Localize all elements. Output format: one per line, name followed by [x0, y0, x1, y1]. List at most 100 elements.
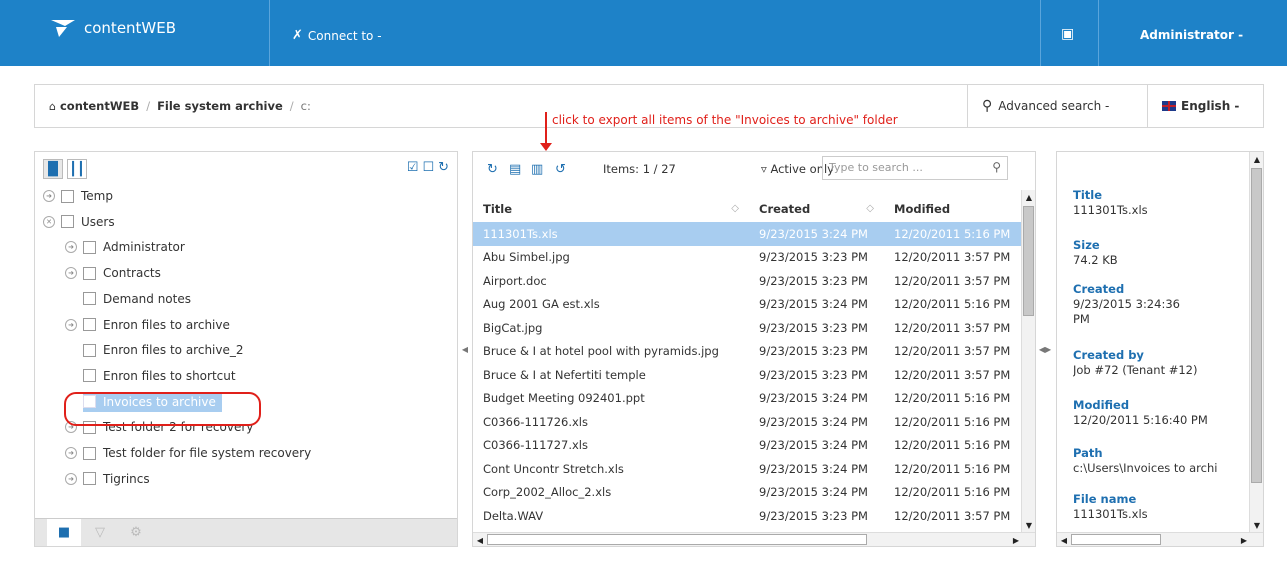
scroll-right-icon[interactable]: ▶ [1009, 533, 1023, 546]
property-value: Job #72 (Tenant #12) [1073, 363, 1198, 377]
table-row[interactable]: C0366-111726.xls 9/23/2015 3:24 PM 12/20/2… [473, 410, 1021, 434]
home-icon[interactable]: ⌂ [49, 100, 56, 113]
table-row[interactable]: Budget Meeting 092401.ppt 9/23/2015 3:24 … [473, 387, 1021, 411]
list-horizontal-scrollbar[interactable]: ◀ ▶ [473, 532, 1035, 546]
tree-checkbox[interactable] [83, 369, 96, 383]
table-row[interactable]: Bruce & I at Nefertiti temple 9/23/2015 3… [473, 363, 1021, 387]
table-row[interactable]: Aug 2001 GA est.xls 9/23/2015 3:24 PM 12/2… [473, 293, 1021, 317]
layout-split-icon[interactable]: ▐▌ [43, 159, 63, 179]
table-row[interactable]: Cont Uncontr Stretch.xls 9/23/2015 3:24 P… [473, 457, 1021, 481]
tree-node-label: Enron files to archive_2 [103, 343, 244, 358]
tree-node-label: Demand notes [103, 291, 191, 306]
tree-node-label: Enron files to shortcut [103, 368, 236, 383]
tree-checkbox[interactable] [83, 318, 96, 331]
expand-icon[interactable]: ➜ [65, 267, 77, 280]
export-all-icon[interactable]: ▥ [531, 162, 543, 177]
column-header-modified[interactable]: Modified [884, 196, 1021, 222]
table-row[interactable]: 111301Ts.xls 9/23/2015 3:24 PM 12/20/2011 … [473, 222, 1021, 246]
cell-title: Airport.doc [483, 273, 547, 288]
tree-checkbox[interactable] [83, 266, 96, 280]
table-row[interactable]: BigCat.jpg 9/23/2015 3:23 PM 12/20/2011 3:… [473, 316, 1021, 340]
folders-tab-icon[interactable]: ■ [47, 519, 81, 546]
language-selector[interactable]: English - [1147, 85, 1263, 127]
tree-node[interactable]: ➜ Administrator [65, 237, 185, 257]
scroll-left-icon[interactable]: ◀ [473, 533, 487, 546]
tree-node[interactable]: ➜ Temp [43, 186, 113, 206]
connect-to-menu[interactable]: ✗ Connect to - [292, 28, 382, 43]
tree-node[interactable]: ➜ Test folder for file system recovery [65, 443, 311, 463]
refresh-icon[interactable]: ↻ [487, 162, 498, 177]
table-row[interactable]: Airport.doc 9/23/2015 3:23 PM 12/20/2011 3… [473, 269, 1021, 293]
property-item: Created 9/23/2015 3:24:36 PM [1073, 282, 1243, 327]
expand-icon[interactable]: ➜ [43, 190, 55, 202]
settings-tab-icon[interactable]: ⚙ [119, 519, 153, 546]
new-folder-icon[interactable]: ☐ [422, 160, 434, 175]
property-value: c:\Users\Invoices to archi [1073, 461, 1218, 475]
tree-node[interactable]: ➜ Tigrincs [65, 469, 150, 489]
left-panel-tabs: ■ ▽ ⚙ [35, 518, 457, 546]
tree-checkbox[interactable] [83, 292, 96, 306]
select-folder-icon[interactable]: ☑ [407, 160, 419, 175]
tree-node[interactable]: Demand notes [83, 289, 191, 309]
left-splitter[interactable]: ◀ [458, 151, 472, 547]
scrollbar-thumb[interactable] [487, 534, 867, 545]
list-search-input[interactable]: Type to search ... ⚲ [822, 156, 1008, 180]
scrollbar-thumb[interactable] [1071, 534, 1161, 545]
tree-node[interactable]: ➜ Contracts [65, 263, 161, 283]
scroll-left-icon[interactable]: ◀ [1057, 533, 1071, 546]
scroll-right-icon[interactable]: ▶ [1237, 533, 1251, 546]
cell-created: 9/23/2015 3:23 PM [759, 344, 868, 359]
tree-checkbox[interactable] [61, 189, 74, 203]
tree-node[interactable]: Enron files to archive_2 [83, 340, 244, 360]
table-row[interactable]: C0366-111727.xls 9/23/2015 3:24 PM 12/20/2… [473, 434, 1021, 458]
right-splitter[interactable]: ◀▶ [1038, 151, 1052, 547]
expand-icon[interactable]: ➜ [65, 241, 77, 254]
layout-columns-icon[interactable]: ┃┃ [67, 159, 87, 179]
column-header-created[interactable]: Created ◇ [749, 196, 884, 222]
cell-modified: 12/20/2011 5:16 PM [884, 222, 1021, 246]
table-row[interactable]: Delta.WAV 9/23/2015 3:23 PM 12/20/2011 3:5… [473, 504, 1021, 528]
property-value: 111301Ts.xls [1073, 203, 1148, 217]
expand-icon[interactable]: ✕ [43, 215, 55, 228]
expand-icon[interactable]: ➜ [65, 447, 77, 459]
breadcrumb-archive[interactable]: File system archive [157, 99, 283, 113]
column-header-title[interactable]: Title ◇ [473, 196, 749, 222]
properties-horizontal-scrollbar[interactable]: ◀ ▶ [1057, 532, 1263, 546]
tree-node[interactable]: Enron files to shortcut [83, 366, 236, 386]
scrollbar-thumb[interactable] [1251, 168, 1262, 483]
tree-checkbox[interactable] [83, 446, 96, 460]
app-title: contentWEB [84, 19, 177, 37]
properties-vertical-scrollbar[interactable]: ▲ ▼ [1249, 152, 1263, 532]
table-row[interactable]: Corp_2002_Alloc_2.xls 9/23/2015 3:24 PM 12… [473, 481, 1021, 505]
tree-checkbox[interactable] [61, 215, 74, 229]
scrollbar-thumb[interactable] [1023, 206, 1034, 316]
tree-node[interactable]: ✕ Users [43, 212, 115, 232]
clipboard-icon[interactable]: ▣ [1061, 26, 1074, 42]
tree-node[interactable]: ➜ Enron files to archive [65, 315, 230, 335]
scroll-down-icon[interactable]: ▼ [1250, 518, 1263, 532]
cell-modified: 12/20/2011 5:16 PM [894, 414, 1011, 429]
cell-modified: 12/20/2011 3:57 PM [894, 367, 1011, 382]
scroll-up-icon[interactable]: ▲ [1022, 190, 1035, 204]
tree-checkbox[interactable] [83, 240, 96, 254]
expand-icon[interactable]: ➜ [65, 318, 77, 331]
property-item: File name 111301Ts.xls [1073, 492, 1243, 522]
table-row[interactable]: Abu Simbel.jpg 9/23/2015 3:23 PM 12/20/201… [473, 246, 1021, 270]
user-menu[interactable]: Administrator - [1140, 28, 1243, 42]
restore-icon[interactable]: ↺ [555, 162, 566, 177]
table-row[interactable]: Bruce & I at hotel pool with pyramids.jp… [473, 340, 1021, 364]
tree-node-label: Enron files to archive [103, 317, 230, 332]
list-vertical-scrollbar[interactable]: ▲ ▼ [1021, 190, 1035, 532]
export-item-icon[interactable]: ▤ [509, 162, 521, 177]
filter-tab-icon[interactable]: ▽ [83, 519, 117, 546]
app-logo[interactable]: contentWEB [50, 18, 176, 38]
breadcrumb-root[interactable]: contentWEB [60, 99, 139, 113]
tree-checkbox[interactable] [83, 343, 96, 357]
scroll-up-icon[interactable]: ▲ [1250, 152, 1263, 166]
scroll-down-icon[interactable]: ▼ [1022, 518, 1035, 532]
expand-icon[interactable]: ➜ [65, 472, 77, 485]
advanced-search-button[interactable]: ⚲ Advanced search - [967, 85, 1123, 127]
tree-checkbox[interactable] [83, 472, 96, 486]
cell-title: Budget Meeting 092401.ppt [483, 391, 645, 406]
refresh-tree-icon[interactable]: ↻ [438, 160, 449, 175]
